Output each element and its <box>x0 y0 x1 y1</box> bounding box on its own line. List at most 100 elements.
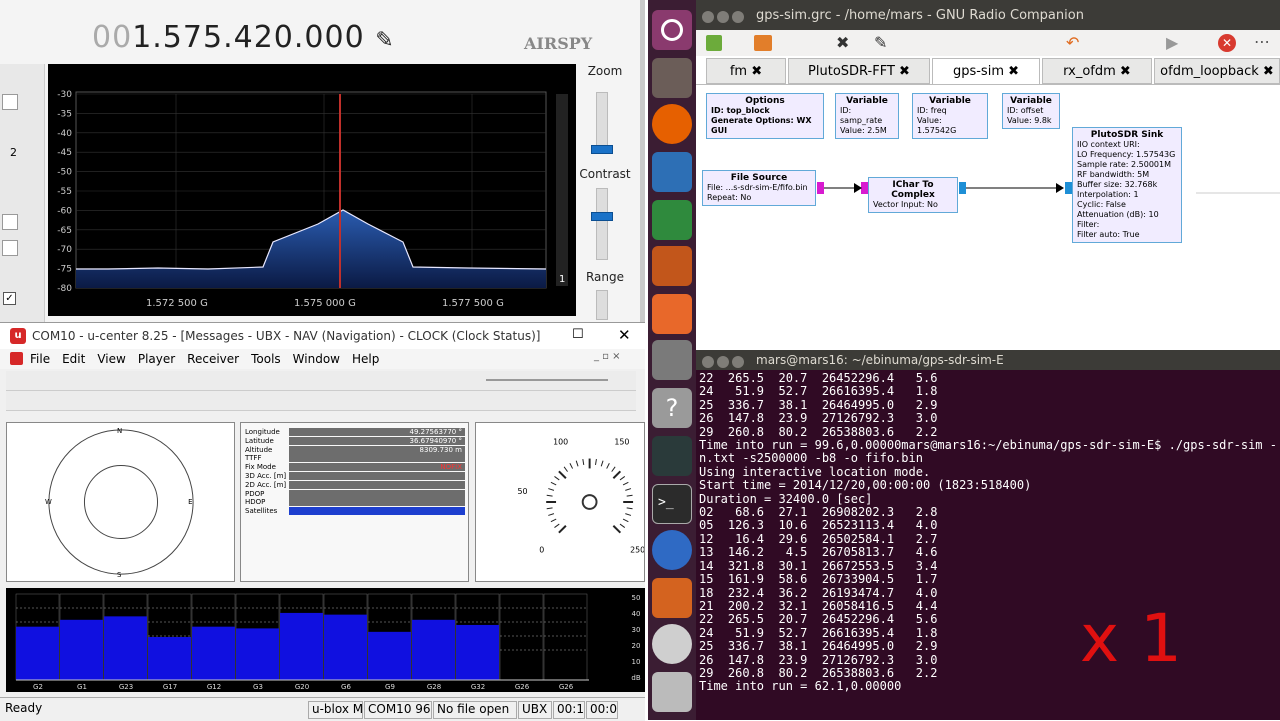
tab-rx-ofdm[interactable]: rx_ofdm ✖ <box>1042 58 1152 84</box>
menu-file[interactable]: File <box>30 352 50 366</box>
file-source-block[interactable]: File Source File: ...s-sdr-sim-E/fifo.bin… <box>702 170 816 206</box>
sv-bar <box>60 619 103 680</box>
system-monitor-icon[interactable] <box>652 436 692 476</box>
undo-icon[interactable]: ↶ <box>1066 33 1079 52</box>
firefox-icon[interactable] <box>652 104 692 144</box>
terminal-icon[interactable]: >_ <box>652 484 692 524</box>
files-icon[interactable] <box>652 58 692 98</box>
waterfall-scrollbar[interactable] <box>556 94 568 286</box>
close-icon[interactable]: ✕ <box>618 326 631 344</box>
ubuntu-dash-icon[interactable] <box>652 10 692 50</box>
window-controls[interactable] <box>702 9 747 24</box>
close-dot-icon[interactable] <box>702 10 714 23</box>
maximize-icon[interactable]: ☐ <box>572 327 584 342</box>
nav-row: Fix Mode NOFIX <box>245 463 465 472</box>
sdr-scrollbar[interactable] <box>640 0 645 322</box>
open-icon[interactable] <box>754 35 772 51</box>
checkbox[interactable]: ✓ <box>3 292 16 305</box>
nav-value <box>289 507 465 516</box>
gauge-tick <box>554 523 560 528</box>
settings-icon[interactable] <box>652 340 692 380</box>
min-dot-icon[interactable] <box>717 10 729 23</box>
delete-icon[interactable]: ✖ <box>836 33 849 52</box>
software-center-icon[interactable] <box>652 294 692 334</box>
tab-plutosdr-fft[interactable]: PlutoSDR-FFT ✖ <box>788 58 930 84</box>
menu-tools[interactable]: Tools <box>251 352 281 366</box>
zoom-knob[interactable] <box>591 145 613 154</box>
block-title: Options <box>745 96 785 106</box>
y-tick-label: -50 <box>57 168 72 178</box>
sv-bar <box>236 628 279 680</box>
gauge-tick <box>550 481 557 486</box>
close-dot-icon[interactable] <box>702 355 714 368</box>
menu-view[interactable]: View <box>97 352 125 366</box>
new-icon[interactable] <box>706 35 722 51</box>
block-line: ID: offset <box>1007 106 1044 115</box>
pluto-in-port[interactable] <box>1065 182 1072 194</box>
kill-icon[interactable]: ✕ <box>1218 34 1236 52</box>
max-dot-icon[interactable] <box>732 10 744 23</box>
frequency-display[interactable]: 001.575.420.000 ✎ <box>92 20 395 55</box>
options-block[interactable]: Options ID: top_block Generate Options: WX… <box>706 93 824 139</box>
gauge-tick <box>548 488 555 491</box>
menu-player[interactable]: Player <box>138 352 175 366</box>
gauge-tick <box>622 481 629 486</box>
terminal-output[interactable]: 22 265.5 20.7 26452296.4 5.6 24 51.9 52.… <box>699 372 1277 718</box>
menu-edit[interactable]: Edit <box>62 352 85 366</box>
range-slider[interactable] <box>596 290 608 320</box>
writer-icon[interactable] <box>652 152 692 192</box>
variable-freq-block[interactable]: Variable ID: freq Value: 1.57542G <box>912 93 988 139</box>
sv-label: G28 <box>427 683 441 691</box>
terminal-window-controls[interactable] <box>702 354 747 368</box>
grc-toolbar: ✖ ✎ ↶ ▶ ✕ ⋯ <box>696 30 1280 56</box>
variable-offset-block[interactable]: Variable ID: offset Value: 9.8k <box>1002 93 1060 129</box>
nav-label: TTFF <box>245 454 262 463</box>
menu-help[interactable]: Help <box>352 352 379 366</box>
block-title: File Source <box>730 173 788 183</box>
contrast-slider[interactable] <box>596 188 608 260</box>
file-source-out-port[interactable] <box>817 182 824 194</box>
sv-scale-label: 30 <box>632 626 641 634</box>
gauge-tick <box>600 460 604 467</box>
nav-value <box>289 480 465 489</box>
flowgraph-canvas[interactable]: Options ID: top_block Generate Options: WX… <box>696 84 1280 350</box>
dropdown-box-3[interactable] <box>2 240 18 256</box>
gnuradio-icon[interactable] <box>652 578 692 618</box>
menu-receiver[interactable]: Receiver <box>187 352 239 366</box>
min-dot-icon[interactable] <box>717 355 729 368</box>
more-icon[interactable]: ⋯ <box>1254 32 1270 51</box>
menu-window[interactable]: Window <box>293 352 340 366</box>
gauge-hub <box>581 494 598 510</box>
calc-icon[interactable] <box>652 200 692 240</box>
player-progress-track[interactable] <box>486 379 608 381</box>
x-tick-label: 1.575 000 G <box>294 298 356 309</box>
contrast-knob[interactable] <box>591 212 613 221</box>
chromium-icon[interactable] <box>652 530 692 570</box>
usb-drive-icon[interactable] <box>652 672 692 712</box>
mdi-controls-icon[interactable]: _ ▫ × <box>594 351 621 362</box>
gauge-label-50: 50 <box>518 487 528 496</box>
help-icon[interactable]: ? <box>652 388 692 428</box>
sky-view: N S E W <box>6 422 235 582</box>
y-tick-label: -60 <box>57 206 72 216</box>
impress-icon[interactable] <box>652 246 692 286</box>
ichar-to-complex-block[interactable]: IChar To Complex Vector Input: No <box>868 177 958 213</box>
tab-gps-sim[interactable]: gps-sim ✖ <box>932 58 1040 84</box>
pin-icon[interactable]: ✎ <box>375 28 394 53</box>
tab-ofdm-loopback[interactable]: ofdm_loopback ✖ <box>1154 58 1280 84</box>
run-icon[interactable]: ▶ <box>1166 33 1178 52</box>
y-axis-ticks: -30 -35 -40 -45 -50 -55 -60 -65 -70 -75 -80 <box>57 90 72 294</box>
sv-scale-label: 50 <box>632 594 641 602</box>
edit-icon[interactable]: ✎ <box>874 33 887 52</box>
max-dot-icon[interactable] <box>732 355 744 368</box>
ucenter-window: u COM10 - u-center 8.25 - [Messages - UB… <box>0 322 645 721</box>
ichar-out-port[interactable] <box>959 182 966 194</box>
plutosdr-sink-block[interactable]: PlutoSDR Sink IIO context URI: LO Frequenc… <box>1072 127 1182 243</box>
dropdown-box-2[interactable] <box>2 214 18 230</box>
variable-samp-rate-block[interactable]: Variable ID: samp_rate Value: 2.5M <box>835 93 899 139</box>
spectrum-plot[interactable]: -30 -35 -40 -45 -50 -55 -60 -65 -70 -75 -80 1.572 … <box>48 64 576 316</box>
tab-fm[interactable]: fm ✖ <box>706 58 786 84</box>
ichar-in-port[interactable] <box>861 182 868 194</box>
disc-icon[interactable] <box>652 624 692 664</box>
dropdown-box[interactable] <box>2 94 18 110</box>
